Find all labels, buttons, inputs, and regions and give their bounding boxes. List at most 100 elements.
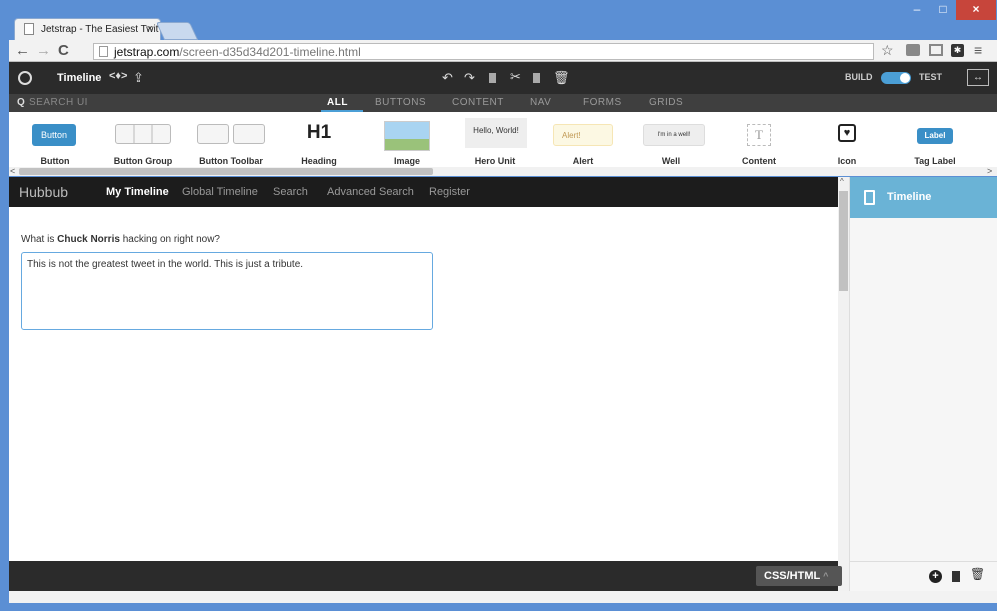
copy-icon[interactable] — [489, 73, 496, 83]
css-html-button[interactable]: CSS/HTML ^ — [756, 566, 842, 586]
mail-extension-icon[interactable] — [929, 44, 943, 56]
content-preview: T — [747, 124, 771, 146]
component-label: Icon — [837, 156, 857, 166]
well-preview: I'm in a well! — [643, 124, 705, 146]
heading-preview: H1 — [306, 122, 332, 143]
browser-toolbar: ← → C jetstrap.com/screen-d35d34d201-tim… — [9, 40, 997, 62]
component-label: Heading — [301, 156, 337, 166]
hubbub-navbar: Hubbub My Timeline Global Timeline Searc… — [9, 177, 838, 207]
screen-item-timeline[interactable]: Timeline — [850, 177, 997, 218]
build-label: BUILD — [845, 72, 873, 82]
back-circle-icon[interactable] — [18, 71, 32, 85]
document-icon — [864, 190, 875, 205]
tab-forms[interactable]: FORMS — [583, 97, 622, 108]
component-image[interactable]: Image — [367, 112, 447, 168]
tab-title: Jetstrap - The Easiest Twit — [41, 24, 159, 35]
component-button-group[interactable]: Button Group — [103, 112, 183, 168]
component-label: Alert — [572, 156, 594, 166]
add-screen-icon[interactable]: + — [929, 570, 942, 583]
nav-advanced-search[interactable]: Advanced Search — [327, 186, 414, 198]
component-icon[interactable]: ♥ Icon — [807, 112, 887, 168]
hero-unit-preview: Hello, World! — [465, 118, 527, 148]
browser-window: Jetstrap - The Easiest Twit × – □ × ← → … — [0, 0, 997, 611]
tab-content[interactable]: CONTENT — [452, 97, 504, 108]
component-hero-unit[interactable]: Hello, World! Hero Unit — [455, 112, 535, 168]
css-html-label: CSS/HTML — [764, 570, 821, 582]
hubbub-brand[interactable]: Hubbub — [19, 184, 68, 200]
reload-icon[interactable]: C — [58, 42, 69, 59]
component-button-toolbar[interactable]: Button Toolbar — [191, 112, 271, 168]
design-canvas: Hubbub My Timeline Global Timeline Searc… — [9, 177, 838, 591]
nav-register[interactable]: Register — [429, 186, 470, 198]
component-label: Tag Label — [914, 156, 956, 166]
search-icon: Q — [17, 97, 26, 108]
tweet-textarea[interactable] — [21, 252, 433, 330]
scroll-right-icon[interactable]: > — [987, 166, 992, 176]
tab-all[interactable]: ALL — [327, 97, 348, 108]
forward-icon[interactable]: → — [36, 42, 51, 59]
code-icon[interactable]: <♦> — [109, 70, 127, 82]
page-icon — [99, 46, 108, 57]
copy-screen-icon[interactable] — [952, 571, 960, 582]
component-search-bar: Q SEARCH UI ALL BUTTONS CONTENT NAV FORM… — [9, 94, 997, 112]
redo-icon[interactable]: ↷ — [464, 70, 475, 86]
component-button[interactable]: Button Button — [15, 112, 95, 168]
search-input[interactable]: SEARCH UI — [29, 97, 88, 108]
tab-buttons[interactable]: BUTTONS — [375, 97, 426, 108]
nav-my-timeline[interactable]: My Timeline — [106, 186, 169, 198]
component-tag-label[interactable]: Label Tag Label — [895, 112, 975, 168]
heart-icon: ♥ — [838, 124, 856, 142]
gear-extension-icon[interactable]: ✱ — [951, 44, 964, 57]
palette-scroll-thumb[interactable] — [19, 168, 433, 175]
image-preview-icon — [384, 121, 430, 151]
delete-screen-icon[interactable]: 🗑 — [970, 567, 985, 581]
nav-global-timeline[interactable]: Global Timeline — [182, 186, 258, 198]
component-heading[interactable]: H1 Heading — [279, 112, 359, 168]
tweet-prompt: What is Chuck Norris hacking on right no… — [21, 234, 220, 245]
back-icon[interactable]: ← — [15, 42, 30, 59]
screen-item-label: Timeline — [887, 191, 932, 203]
star-icon[interactable]: ☆ — [881, 42, 894, 59]
minimize-button[interactable]: – — [904, 0, 930, 20]
component-label: Content — [742, 156, 776, 166]
screens-panel: Timeline + 🗑 — [849, 177, 997, 591]
address-bar[interactable]: jetstrap.com/screen-d35d34d201-timeline.… — [93, 43, 874, 60]
component-content[interactable]: T Content — [719, 112, 799, 168]
canvas-scroll-thumb[interactable] — [839, 191, 848, 291]
tab-nav[interactable]: NAV — [530, 97, 551, 108]
component-label: Button Toolbar — [199, 156, 263, 166]
menu-icon[interactable]: ≡ — [974, 42, 982, 59]
component-alert[interactable]: Alert! Alert — [543, 112, 623, 168]
close-tab-icon[interactable]: × — [147, 23, 153, 35]
page-icon — [24, 23, 34, 35]
tab-grids[interactable]: GRIDS — [649, 97, 683, 108]
status-area — [9, 591, 997, 603]
component-label: Button — [40, 156, 70, 166]
component-label: Well — [661, 156, 681, 166]
cut-icon[interactable]: ✂ — [510, 69, 521, 85]
maximize-button[interactable]: □ — [930, 0, 956, 20]
expand-width-icon[interactable]: ↔ — [967, 69, 989, 86]
nav-search[interactable]: Search — [273, 186, 308, 198]
palette-scrollbar[interactable]: < > — [9, 166, 997, 176]
undo-icon[interactable]: ↶ — [442, 70, 453, 86]
screen-name[interactable]: Timeline — [57, 72, 101, 84]
canvas-footer: CSS/HTML ^ — [9, 561, 842, 591]
prompt-text: What is — [21, 234, 58, 245]
paste-icon[interactable] — [533, 73, 540, 83]
test-label: TEST — [919, 72, 943, 82]
button-preview: Button — [32, 124, 76, 146]
scroll-up-icon[interactable]: ^ — [840, 177, 844, 186]
url-path: /screen-d35d34d201-timeline.html — [179, 45, 361, 59]
scroll-left-icon[interactable]: < — [10, 166, 15, 176]
extension-icon[interactable] — [906, 44, 920, 56]
screens-panel-footer: + 🗑 — [850, 561, 997, 591]
component-well[interactable]: I'm in a well! Well — [631, 112, 711, 168]
trash-icon[interactable]: 🗑 — [553, 70, 570, 86]
button-toolbar-preview-2 — [233, 124, 265, 144]
component-label: Image — [393, 156, 420, 166]
share-icon[interactable]: ⇪ — [133, 70, 144, 86]
close-window-button[interactable]: × — [956, 0, 996, 20]
browser-tab[interactable]: Jetstrap - The Easiest Twit × — [14, 18, 161, 40]
build-test-toggle[interactable] — [881, 72, 911, 84]
